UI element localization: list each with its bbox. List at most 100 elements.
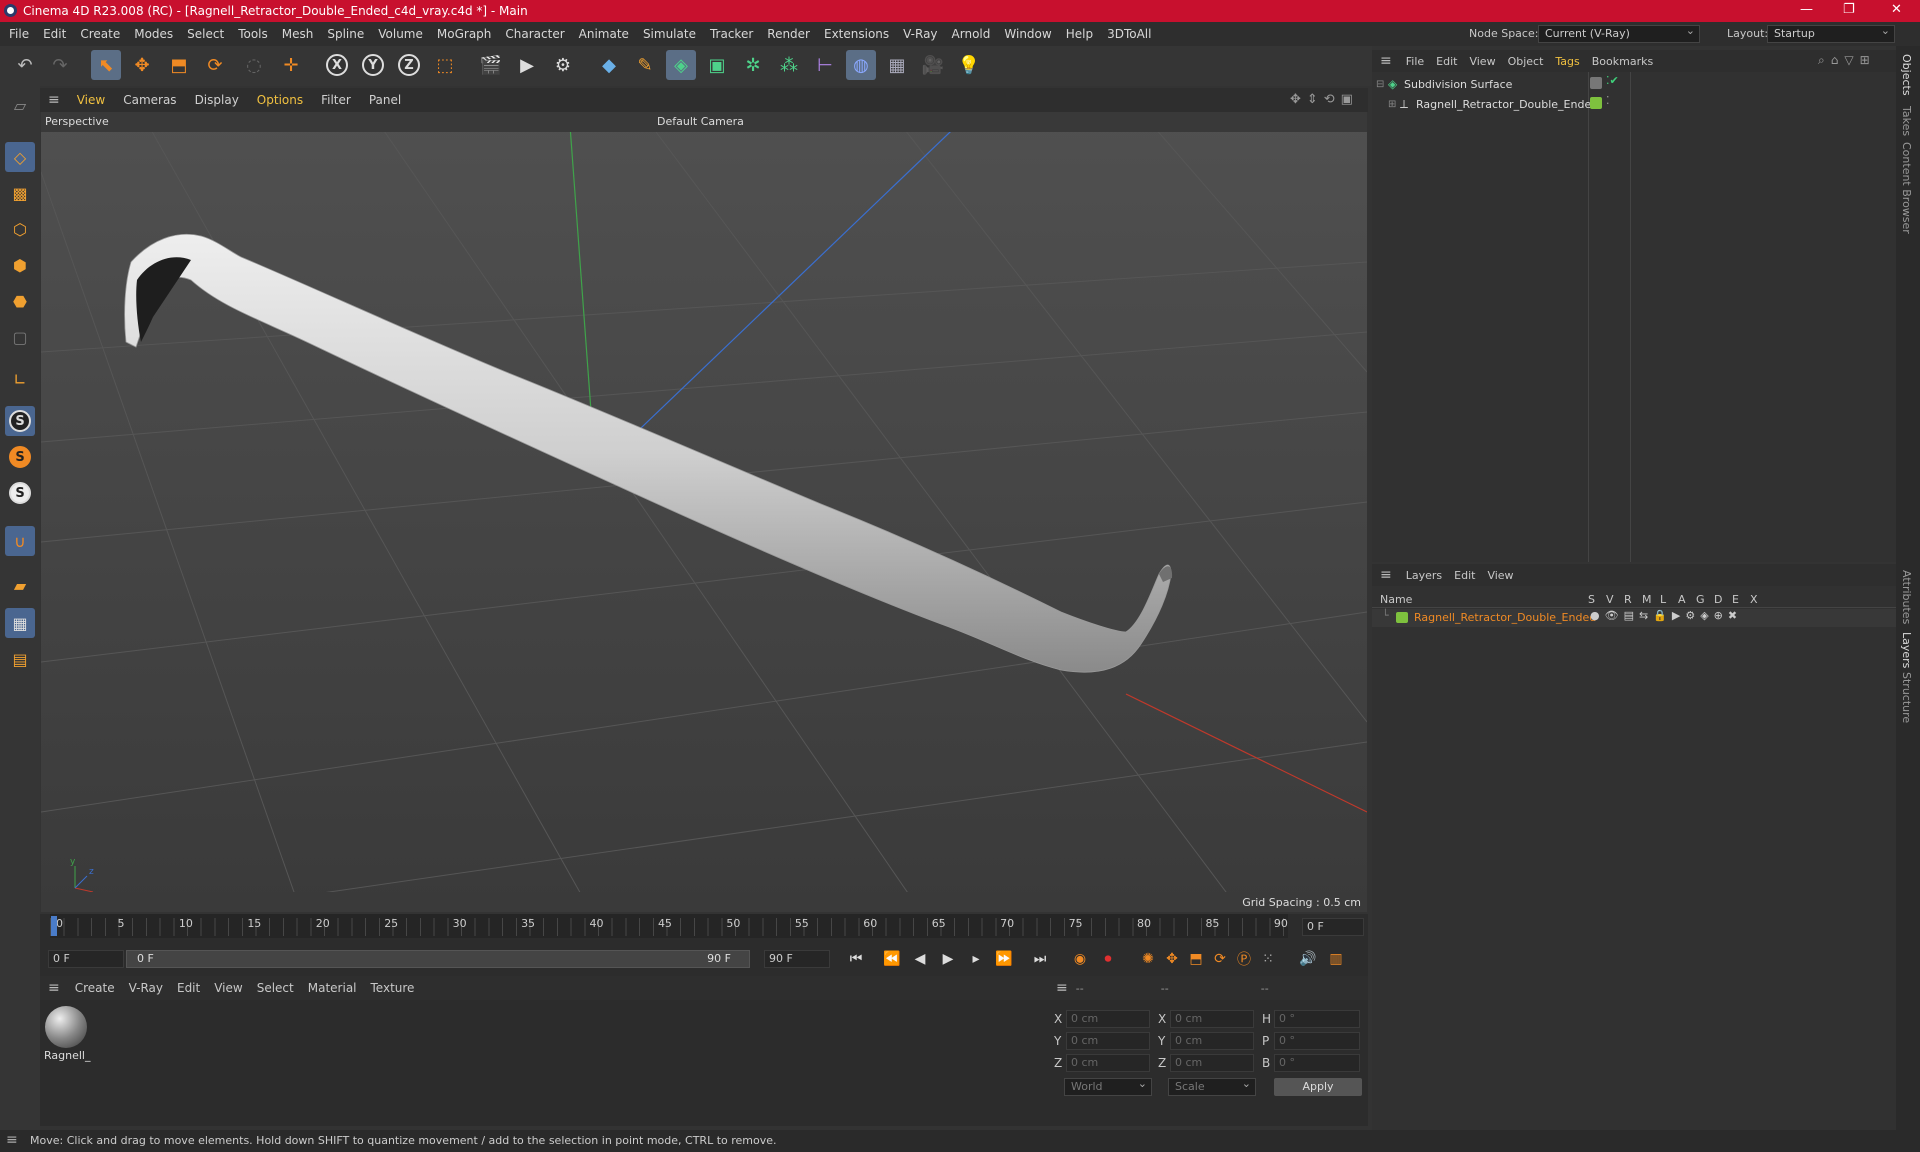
key-selection-icon[interactable]: ✺ <box>1136 947 1160 971</box>
obj-menu-object[interactable]: Object <box>1502 55 1550 68</box>
timeline-ruler[interactable]: 0 5 10 15 20 25 30 35 40 45 50 55 60 65 70 75 80 85 90 <box>50 914 1288 938</box>
redo-icon[interactable]: ↷ <box>45 50 75 80</box>
camera-icon[interactable]: 🎥 <box>918 50 948 80</box>
key-scale-icon[interactable]: ⬒ <box>1184 947 1208 971</box>
mat-menu-select[interactable]: Select <box>250 981 301 995</box>
tree-item-subdivision[interactable]: ⊟ ◈ Subdivision Surface <box>1376 77 1512 91</box>
close-icon[interactable]: ✕ <box>1891 2 1902 17</box>
tab-attributes[interactable]: Attributes <box>1900 570 1913 624</box>
rotate-tool-icon[interactable]: ⟳ <box>200 50 230 80</box>
z-axis-icon[interactable]: Z <box>394 50 424 80</box>
layer-row[interactable]: └ Ragnell_Retractor_Double_Ended ●👁▤⇆🔒▶⚙… <box>1372 609 1896 627</box>
recent-tool-icon[interactable]: ◌ <box>239 50 269 80</box>
menu-character[interactable]: Character <box>498 22 571 46</box>
transform-tool-icon[interactable]: ✛ <box>276 50 306 80</box>
extrude-icon[interactable]: ▣ <box>702 50 732 80</box>
obj-menu-file[interactable]: File <box>1400 55 1430 68</box>
tab-objects[interactable]: Objects <box>1900 54 1913 96</box>
record-icon[interactable]: ◉ <box>1068 947 1092 971</box>
node-space-dropdown[interactable]: Current (V-Ray) <box>1538 23 1700 43</box>
material-swatch[interactable]: Ragnell_ <box>44 1004 90 1064</box>
menu-help[interactable]: Help <box>1059 22 1100 46</box>
tab-content-browser[interactable]: Content Browser <box>1900 142 1913 234</box>
scene-icon[interactable]: ◍ <box>846 50 876 80</box>
hamburger-icon[interactable]: ≡ <box>40 92 68 108</box>
obj-menu-view[interactable]: View <box>1463 55 1501 68</box>
camera-name[interactable]: Default Camera <box>657 115 744 128</box>
timeline-window-icon[interactable]: ▥ <box>1324 947 1348 971</box>
pen-spline-icon[interactable]: ✎ <box>630 50 660 80</box>
floor-icon[interactable]: ▦ <box>882 50 912 80</box>
vp-menu-cameras[interactable]: Cameras <box>114 88 185 112</box>
prev-frame-icon[interactable]: ◀ <box>908 947 932 971</box>
magnet-icon[interactable]: ∪ <box>5 526 35 556</box>
hamburger-icon[interactable]: ≡ <box>6 1132 18 1148</box>
size-mode-dropdown[interactable]: Scale <box>1168 1076 1256 1096</box>
obj-menu-tags[interactable]: Tags <box>1549 55 1585 68</box>
hamburger-icon[interactable]: ≡ <box>1372 53 1400 69</box>
coord-system-dropdown[interactable]: World <box>1064 1076 1152 1096</box>
layer-menu-view[interactable]: View <box>1481 569 1519 582</box>
go-to-end-icon[interactable]: ⏭ <box>1028 947 1052 971</box>
mat-menu-create[interactable]: Create <box>68 981 122 995</box>
menu-create[interactable]: Create <box>73 22 127 46</box>
menu-3dtoall[interactable]: 3DToAll <box>1100 22 1158 46</box>
mat-menu-texture[interactable]: Texture <box>364 981 422 995</box>
menu-tracker[interactable]: Tracker <box>703 22 760 46</box>
pos-y-field[interactable]: 0 cm <box>1066 1032 1150 1050</box>
autokey-icon[interactable]: ⏺ <box>1096 947 1120 971</box>
menu-mesh[interactable]: Mesh <box>275 22 321 46</box>
obj-menu-bookmarks[interactable]: Bookmarks <box>1586 55 1659 68</box>
menu-simulate[interactable]: Simulate <box>636 22 703 46</box>
vp-menu-display[interactable]: Display <box>186 88 248 112</box>
sound-icon[interactable]: 🔊 <box>1296 947 1320 971</box>
axis-mode-icon[interactable]: ∟ <box>5 364 35 394</box>
col-solo[interactable]: S <box>1588 593 1606 606</box>
col-manager[interactable]: M <box>1642 593 1660 606</box>
make-editable-icon[interactable]: ▱ <box>5 90 35 120</box>
col-expressions[interactable]: E <box>1732 593 1750 606</box>
menu-spline[interactable]: Spline <box>320 22 371 46</box>
mat-menu-edit[interactable]: Edit <box>170 981 207 995</box>
move-tool-icon[interactable]: ✥ <box>127 50 157 80</box>
restore-icon[interactable]: ❐ <box>1843 2 1855 17</box>
next-frame-icon[interactable]: ▸ <box>964 947 988 971</box>
end-frame-field[interactable]: 90 F <box>764 950 830 968</box>
next-key-icon[interactable]: ⏩ <box>992 947 1016 971</box>
snap-grid-icon[interactable]: S <box>5 478 35 508</box>
current-frame-field[interactable]: 0 F <box>1302 918 1364 936</box>
3d-viewport[interactable]: yxz Perspective Default Camera Grid Spac… <box>41 112 1367 912</box>
col-locked[interactable]: L <box>1660 593 1678 606</box>
col-xref[interactable]: X <box>1750 593 1768 606</box>
render-picture-viewer-icon[interactable]: ▶ <box>512 50 542 80</box>
menu-tools[interactable]: Tools <box>231 22 275 46</box>
start-frame-field[interactable]: 0 F <box>48 950 124 968</box>
menu-modes[interactable]: Modes <box>127 22 180 46</box>
menu-mograph[interactable]: MoGraph <box>430 22 499 46</box>
model-mode-icon[interactable]: ◇ <box>5 142 35 172</box>
expand-icon[interactable]: ⊟ <box>1376 79 1388 90</box>
tab-takes[interactable]: Takes <box>1900 106 1913 136</box>
mograph-cloner-icon[interactable]: ✲ <box>738 50 768 80</box>
obj-menu-edit[interactable]: Edit <box>1430 55 1463 68</box>
menu-edit[interactable]: Edit <box>36 22 73 46</box>
menu-window[interactable]: Window <box>997 22 1058 46</box>
col-generators[interactable]: G <box>1696 593 1714 606</box>
mat-menu-vray[interactable]: V-Ray <box>122 981 170 995</box>
light-icon[interactable]: 💡 <box>954 50 984 80</box>
deformer-icon[interactable]: ⁂ <box>774 50 804 80</box>
hamburger-icon[interactable]: ≡ <box>40 980 68 996</box>
uv-mode-icon[interactable]: ▢ <box>5 322 35 352</box>
hamburger-icon[interactable]: ≡ <box>1048 980 1076 996</box>
expand-icon[interactable]: ⊞ <box>1388 99 1400 110</box>
menu-render[interactable]: Render <box>760 22 817 46</box>
x-axis-icon[interactable]: X <box>322 50 352 80</box>
minimize-icon[interactable]: — <box>1800 2 1813 17</box>
vp-menu-view[interactable]: View <box>68 88 114 112</box>
hamburger-icon[interactable]: ≡ <box>1372 567 1400 583</box>
polygons-mode-icon[interactable]: ⬣ <box>5 286 35 316</box>
layer-menu-layers[interactable]: Layers <box>1400 569 1448 582</box>
menu-vray[interactable]: V-Ray <box>896 22 944 46</box>
menu-volume[interactable]: Volume <box>371 22 430 46</box>
size-x-field[interactable]: 0 cm <box>1170 1010 1254 1028</box>
